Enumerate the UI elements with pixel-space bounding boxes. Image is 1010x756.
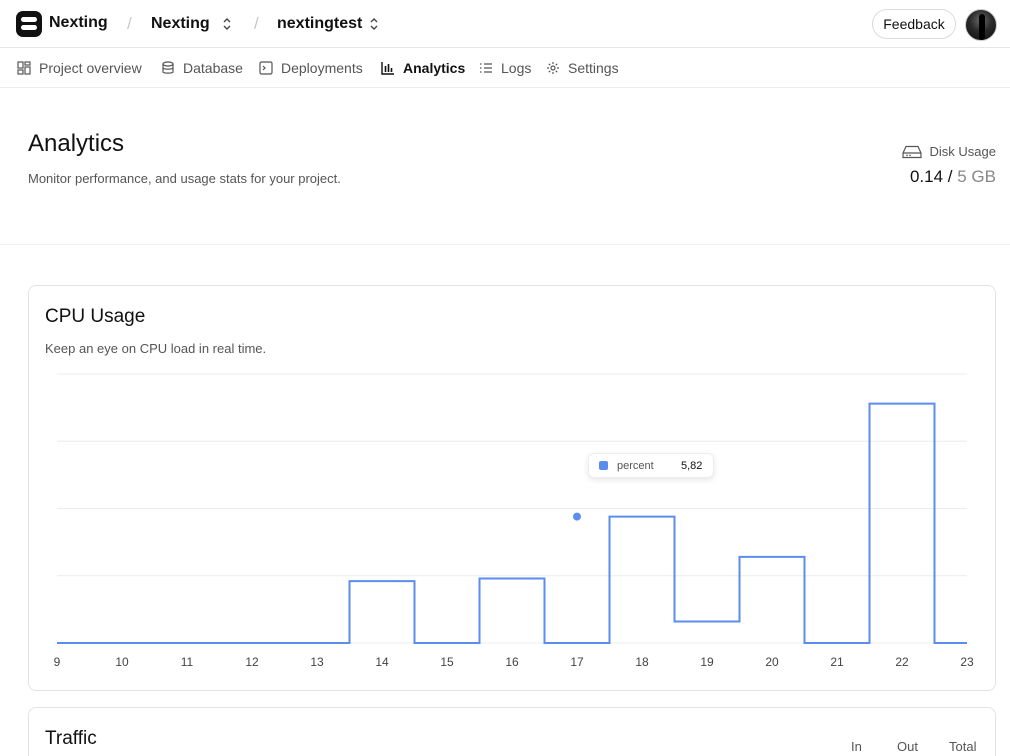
top-bar: Nexting / Nexting / nextingtest Feedback xyxy=(0,0,1010,48)
cpu-usage-card: CPU Usage Keep an eye on CPU load in rea… xyxy=(28,285,996,691)
chevron-updown-icon[interactable] xyxy=(222,17,232,31)
nav-label: Analytics xyxy=(403,60,466,76)
nav-item-deployments[interactable]: Deployments xyxy=(259,59,363,77)
tooltip-value: 5,82 xyxy=(681,459,703,472)
disk-used: 0.14 xyxy=(909,167,944,186)
nav-label: Settings xyxy=(568,60,619,76)
cpu-card-title: CPU Usage xyxy=(45,306,146,327)
breadcrumb-org[interactable]: Nexting xyxy=(151,15,210,33)
breadcrumb-separator: / xyxy=(127,14,132,33)
nav-label: Project overview xyxy=(39,60,142,76)
disk-divider: / xyxy=(947,167,953,186)
page-title: Analytics xyxy=(28,130,125,157)
avatar[interactable] xyxy=(965,9,997,41)
chevron-updown-icon[interactable] xyxy=(369,17,379,31)
traffic-col-in: In xyxy=(851,739,862,754)
nav-item-settings[interactable]: Settings xyxy=(546,59,619,77)
database-icon xyxy=(162,61,174,74)
nav-item-project-overview[interactable]: Project overview xyxy=(17,59,142,77)
chart-tooltip: percent 5,82 xyxy=(588,453,714,478)
traffic-col-total: Total xyxy=(949,739,977,754)
disk-usage-text: Disk Usage xyxy=(929,144,996,159)
gear-icon xyxy=(547,62,559,74)
nav-item-logs[interactable]: Logs xyxy=(479,59,531,77)
tooltip-series-name: percent xyxy=(617,459,654,472)
disk-usage-label: Disk Usage xyxy=(901,144,996,159)
breadcrumb-project[interactable]: nextingtest xyxy=(277,15,362,33)
list-icon xyxy=(480,63,492,73)
page-subtitle: Monitor performance, and usage stats for… xyxy=(28,171,341,186)
nav-label: Logs xyxy=(501,60,532,76)
nav-item-database[interactable]: Database xyxy=(161,59,243,77)
breadcrumb-separator: / xyxy=(254,14,259,33)
cpu-card-subtitle: Keep an eye on CPU load in real time. xyxy=(45,341,267,356)
hard-drive-icon xyxy=(901,145,922,158)
nav-label: Deployments xyxy=(281,60,363,76)
traffic-col-out: Out xyxy=(897,739,918,754)
disk-total: 5 GB xyxy=(957,167,996,186)
app-logo-icon[interactable] xyxy=(16,11,42,37)
page-header: Analytics Monitor performance, and usage… xyxy=(0,88,1010,245)
traffic-card-title: Traffic xyxy=(45,728,97,749)
grid-icon xyxy=(17,61,31,75)
brand-name[interactable]: Nexting xyxy=(49,14,108,32)
feedback-button[interactable]: Feedback xyxy=(872,9,956,39)
project-nav: Project overview Database Deployments An… xyxy=(0,48,1010,88)
traffic-card: Traffic In Out Total xyxy=(28,707,996,756)
disk-usage-value: 0.14 / 5 GB xyxy=(910,167,996,187)
bar-chart-icon xyxy=(381,62,394,75)
terminal-icon xyxy=(259,61,273,75)
nav-item-analytics[interactable]: Analytics xyxy=(381,59,465,77)
series-swatch xyxy=(599,461,608,470)
nav-label: Database xyxy=(183,60,243,76)
